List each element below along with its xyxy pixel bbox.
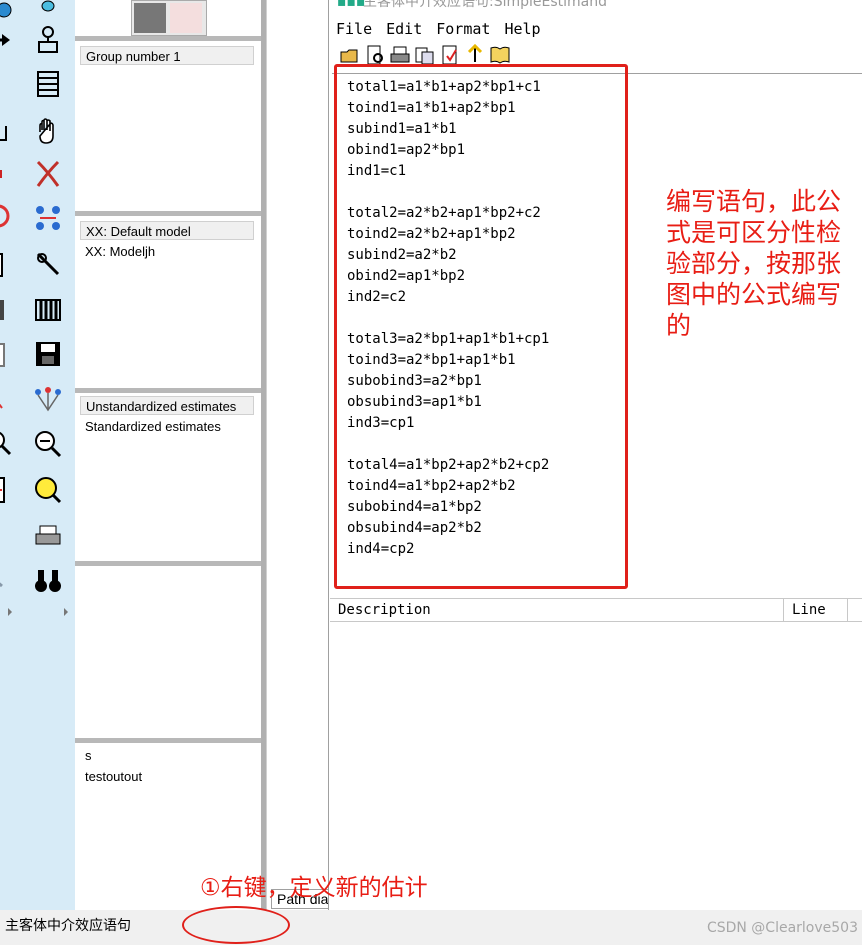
models-panel: XX: Default model XX: Modeljh: [75, 216, 262, 388]
diagram-area: [266, 0, 329, 910]
copy-icon[interactable]: [414, 44, 436, 66]
print-preview-icon[interactable]: [364, 44, 386, 66]
app-icon: ▪▪▪: [337, 0, 366, 10]
description-table-header: Description Line: [330, 598, 862, 622]
model-item-modeljh[interactable]: XX: Modeljh: [80, 242, 254, 261]
estimate-item-standardized[interactable]: Standardized estimates: [80, 417, 254, 436]
groups-panel: Group number 1: [75, 41, 262, 211]
highlight-oval: [182, 906, 290, 944]
menu-file[interactable]: File: [329, 18, 379, 42]
delete-icon[interactable]: [30, 156, 66, 192]
file-item-s[interactable]: s: [80, 746, 254, 765]
save-icon[interactable]: [30, 336, 66, 372]
bootstrap-icon[interactable]: [0, 382, 18, 418]
hand-icon-partial[interactable]: [0, 112, 18, 148]
model-panels: Group number 1 XX: Default model XX: Mod…: [75, 0, 262, 910]
people-icon[interactable]: [0, 518, 18, 554]
window-title: 主客体中介效应语句:SimpleEstimand: [363, 0, 608, 10]
data-grid-icon[interactable]: [0, 292, 18, 328]
menu-edit[interactable]: Edit: [379, 18, 429, 42]
zoom-out-icon[interactable]: [30, 426, 66, 462]
estimate-item-unstandardized[interactable]: Unstandardized estimates: [80, 396, 254, 415]
dataset-variables-icon[interactable]: [30, 66, 66, 102]
print-icon[interactable]: [389, 44, 411, 66]
print-icon[interactable]: [30, 518, 66, 554]
binoculars-icon[interactable]: [30, 562, 66, 598]
check-syntax-icon[interactable]: [439, 44, 461, 66]
estimates-panel: Unstandardized estimates Standardized es…: [75, 393, 262, 561]
highlight-box: [334, 64, 628, 589]
menu-format[interactable]: Format: [429, 18, 497, 42]
run-icon[interactable]: [464, 44, 486, 66]
list-variables-icon[interactable]: [0, 66, 18, 102]
specification-search-icon[interactable]: [30, 382, 66, 418]
group-item[interactable]: Group number 1: [80, 46, 254, 65]
blank-panel: [75, 566, 262, 738]
view-switch-icon[interactable]: [131, 0, 207, 36]
menu-bar: File Edit Format Help: [329, 18, 548, 42]
document-arrow-icon[interactable]: [0, 472, 18, 508]
scroll-left-icon[interactable]: [0, 594, 28, 630]
description-column-header[interactable]: Description: [332, 599, 784, 621]
truck-icon[interactable]: [0, 156, 18, 192]
zoom-in-icon[interactable]: [0, 426, 18, 462]
indicator-tree-icon[interactable]: [30, 200, 66, 236]
tool-palette: [0, 0, 75, 910]
watermark: CSDN @Clearlove503: [706, 920, 858, 936]
arrow-down-icon[interactable]: [0, 562, 18, 598]
line-column-header[interactable]: Line: [786, 599, 848, 621]
hand-icon[interactable]: [30, 114, 66, 150]
text-output-icon[interactable]: [0, 336, 18, 372]
help-book-icon[interactable]: [489, 44, 511, 66]
abacus-icon[interactable]: [30, 292, 66, 328]
file-item-testoutout[interactable]: testoutout: [80, 767, 254, 786]
arrow-path-icon[interactable]: [0, 22, 18, 58]
draw-ellipse-icon[interactable]: [30, 0, 66, 22]
model-item-default[interactable]: XX: Default model: [80, 221, 254, 240]
open-folder-icon[interactable]: [339, 44, 361, 66]
menu-help[interactable]: Help: [497, 18, 547, 42]
scroll-icon[interactable]: [0, 246, 18, 282]
magic-wand-icon[interactable]: [30, 246, 66, 282]
rotate-icon[interactable]: [0, 198, 18, 234]
spell-check-icon[interactable]: [30, 472, 66, 508]
observed-variable-icon[interactable]: [30, 22, 66, 58]
editor-title-bar: ▪▪▪ 主客体中介效应语句:SimpleEstimand: [329, 0, 862, 14]
status-text: 主客体中介效应语句: [5, 918, 131, 934]
annotation-note: 编写语句，此公式是可区分性检验部分，按那张图中的公式编写的: [666, 187, 842, 340]
step-annotation: ①右键，定义新的估计: [200, 875, 428, 901]
